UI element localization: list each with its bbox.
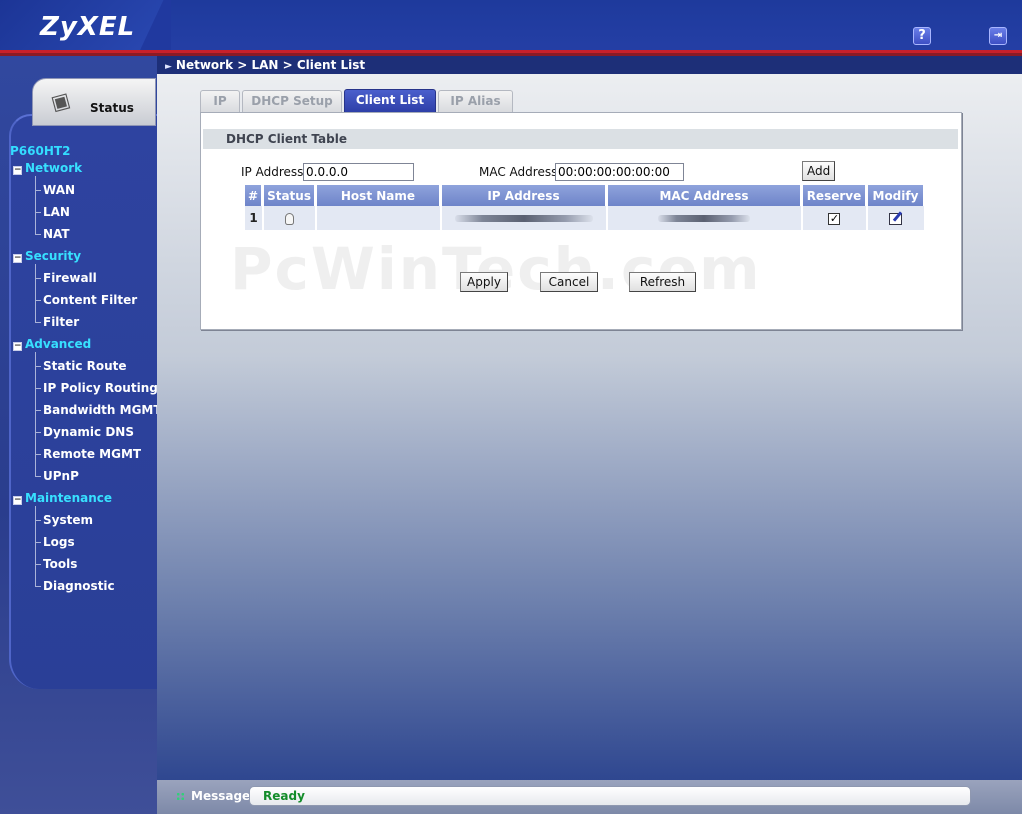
tree-tick bbox=[35, 542, 41, 543]
row-ip-address bbox=[441, 206, 606, 230]
collapse-icon[interactable]: − bbox=[13, 166, 22, 175]
sidebar-item-tools[interactable]: Tools bbox=[43, 557, 77, 571]
row-modify bbox=[867, 206, 924, 230]
tree-tick bbox=[35, 520, 41, 521]
logout-icon[interactable]: ⇥ bbox=[989, 27, 1007, 45]
tree-tick bbox=[35, 476, 41, 477]
row-mac-address bbox=[607, 206, 801, 230]
sidebar-item-content-filter[interactable]: Content Filter bbox=[43, 293, 137, 307]
collapse-icon[interactable]: − bbox=[13, 496, 22, 505]
zyxel-logo: ZyXEL bbox=[40, 12, 136, 42]
tree-line bbox=[35, 264, 36, 322]
tree-tick bbox=[35, 278, 41, 279]
tree-tick bbox=[35, 190, 41, 191]
sidebar-item-lan[interactable]: LAN bbox=[43, 205, 70, 219]
dhcp-client-table: # Status Host Name IP Address MAC Addres… bbox=[243, 185, 926, 230]
nav-panel bbox=[9, 114, 157, 689]
sidebar-item-bandwidth-mgmt[interactable]: Bandwidth MGMT bbox=[43, 403, 162, 417]
tree-tick bbox=[35, 322, 41, 323]
nav-category-advanced[interactable]: − Advanced bbox=[13, 337, 91, 351]
table-header-row: # Status Host Name IP Address MAC Addres… bbox=[245, 185, 924, 206]
collapse-icon[interactable]: − bbox=[13, 254, 22, 263]
add-button[interactable]: Add bbox=[802, 161, 835, 181]
column-header-host-name: Host Name bbox=[316, 185, 440, 206]
breadcrumb: ► Network > LAN > Client List bbox=[157, 56, 1022, 74]
tab-ip-alias[interactable]: IP Alias bbox=[438, 90, 513, 112]
column-header-reserve: Reserve bbox=[802, 185, 866, 206]
row-status bbox=[264, 206, 315, 230]
row-reserve: ✓ bbox=[802, 206, 866, 230]
sidebar-item-logs[interactable]: Logs bbox=[43, 535, 75, 549]
sidebar-item-wan[interactable]: WAN bbox=[43, 183, 75, 197]
nav-category-label: Maintenance bbox=[25, 491, 113, 505]
tab-ip[interactable]: IP bbox=[200, 90, 240, 112]
top-header: ZyXEL bbox=[0, 0, 1022, 56]
tree-tick bbox=[35, 388, 41, 389]
message-field bbox=[249, 786, 971, 806]
nav-category-security[interactable]: − Security bbox=[13, 249, 81, 263]
sidebar-item-diagnostic[interactable]: Diagnostic bbox=[43, 579, 115, 593]
row-index: 1 bbox=[245, 206, 263, 230]
message-value: Ready bbox=[263, 789, 305, 803]
redacted-mac bbox=[658, 215, 751, 222]
tree-tick bbox=[35, 212, 41, 213]
sidebar-item-nat[interactable]: NAT bbox=[43, 227, 70, 241]
breadcrumb-text: Network > LAN > Client List bbox=[175, 58, 366, 72]
nav-category-label: Network bbox=[25, 161, 83, 175]
ip-address-input[interactable] bbox=[303, 163, 414, 181]
row-host-name bbox=[316, 206, 440, 230]
sidebar-item-ip-policy-routing[interactable]: IP Policy Routing bbox=[43, 381, 158, 395]
tree-tick bbox=[35, 564, 41, 565]
sidebar-item-static-route[interactable]: Static Route bbox=[43, 359, 127, 373]
status-tab[interactable]: ▣ Status bbox=[32, 78, 156, 126]
tree-tick bbox=[35, 410, 41, 411]
apply-button[interactable]: Apply bbox=[460, 272, 508, 292]
tree-tick bbox=[35, 300, 41, 301]
mac-address-label: MAC Address bbox=[479, 165, 558, 179]
sidebar-item-system[interactable]: System bbox=[43, 513, 93, 527]
panel-title: DHCP Client Table bbox=[203, 129, 958, 149]
sidebar-item-filter[interactable]: Filter bbox=[43, 315, 79, 329]
status-tab-label: Status bbox=[90, 101, 134, 115]
reserve-checkbox[interactable]: ✓ bbox=[828, 212, 841, 225]
table-row: 1 ✓ bbox=[245, 206, 924, 230]
tree-line bbox=[35, 506, 36, 586]
message-label: Message bbox=[191, 789, 251, 803]
tree-tick bbox=[35, 366, 41, 367]
nav-category-maintenance[interactable]: − Maintenance bbox=[13, 491, 112, 505]
collapse-icon[interactable]: − bbox=[13, 342, 22, 351]
sidebar-item-remote-mgmt[interactable]: Remote MGMT bbox=[43, 447, 141, 461]
tree-line bbox=[35, 352, 36, 476]
redacted-ip bbox=[454, 215, 593, 222]
ip-address-label: IP Address bbox=[241, 165, 304, 179]
nav-category-network[interactable]: − Network bbox=[13, 161, 82, 175]
tree-tick bbox=[35, 586, 41, 587]
column-header-index: # bbox=[245, 185, 263, 206]
bulb-icon bbox=[285, 212, 295, 225]
column-header-ip-address: IP Address bbox=[441, 185, 606, 206]
router-icon: ▣ bbox=[48, 86, 73, 116]
tree-tick bbox=[35, 454, 41, 455]
column-header-modify: Modify bbox=[867, 185, 924, 206]
tree-tick bbox=[35, 432, 41, 433]
device-model: P660HT2 bbox=[10, 144, 71, 158]
cancel-button[interactable]: Cancel bbox=[540, 272, 598, 292]
tree-line bbox=[35, 176, 36, 234]
nav-category-label: Advanced bbox=[25, 337, 92, 351]
tab-client-list[interactable]: Client List bbox=[344, 89, 436, 112]
message-dots-icon bbox=[176, 792, 185, 801]
tab-dhcp-setup[interactable]: DHCP Setup bbox=[242, 90, 342, 112]
sidebar-item-firewall[interactable]: Firewall bbox=[43, 271, 97, 285]
nav-category-label: Security bbox=[25, 249, 82, 263]
column-header-mac-address: MAC Address bbox=[607, 185, 801, 206]
tree-tick bbox=[35, 234, 41, 235]
refresh-button[interactable]: Refresh bbox=[629, 272, 696, 292]
mac-address-input[interactable] bbox=[555, 163, 684, 181]
sidebar-item-upnp[interactable]: UPnP bbox=[43, 469, 79, 483]
column-header-status: Status bbox=[264, 185, 315, 206]
sidebar-item-dynamic-dns[interactable]: Dynamic DNS bbox=[43, 425, 134, 439]
help-icon[interactable]: ? bbox=[913, 27, 931, 45]
edit-icon[interactable] bbox=[889, 212, 903, 225]
